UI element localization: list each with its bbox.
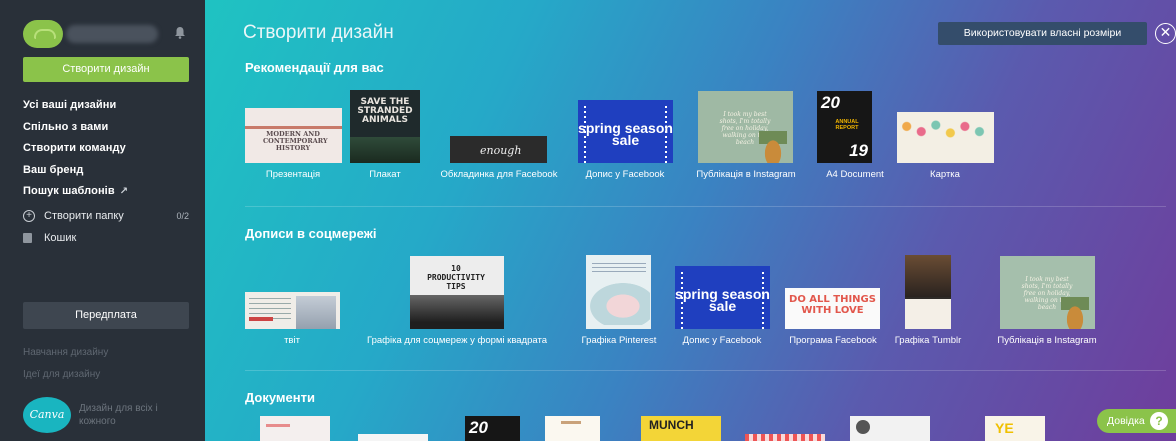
thumb-text: spring season sale	[675, 286, 770, 314]
sidebar-item-brand[interactable]: Ваш бренд	[23, 160, 128, 182]
thumb-text: YE	[995, 420, 1014, 436]
template-label[interactable]: Графіка для соцмереж у формі квадрата	[367, 335, 547, 346]
thumb-text: MUNCH	[649, 418, 694, 432]
sidebar-item-label: Усі ваші дизайни	[23, 99, 117, 111]
external-link-icon: ↗	[119, 186, 129, 197]
template-thumb-a4-document[interactable]: 20 ANNUAL REPORT 19	[817, 91, 872, 163]
template-thumb-facebook-cover[interactable]: enough	[450, 136, 547, 163]
template-thumb-instagram-post[interactable]: I took my best shots, I'm totally free o…	[1000, 256, 1095, 329]
plus-icon: +	[23, 210, 35, 222]
template-thumb-instagram-post[interactable]: I took my best shots, I'm totally free o…	[698, 91, 793, 163]
template-thumb-presentation[interactable]: MODERN AND CONTEMPORARY HISTORY	[245, 108, 342, 163]
help-button[interactable]: Довідка ?	[1097, 409, 1176, 433]
template-thumb-tweet[interactable]	[245, 292, 340, 329]
section-title-social: Дописи в соцмережі	[245, 226, 377, 241]
template-thumb-facebook-app[interactable]: DO ALL THINGS WITH LOVE	[785, 288, 880, 329]
sidebar-item-label: Пошук шаблонів	[23, 185, 115, 197]
template-label[interactable]: Плакат	[369, 169, 400, 180]
thumb-text: SAVE THE STRANDED ANIMALS	[357, 97, 413, 125]
design-school-link[interactable]: Навчання дизайну	[23, 347, 108, 358]
thumb-text: DO ALL THINGS WITH LOVE	[789, 294, 876, 316]
divider	[245, 206, 1166, 207]
section-title-recommended: Рекомендації для вас	[245, 60, 384, 75]
template-thumb-pinterest[interactable]	[586, 255, 651, 329]
thumb-text: enough	[480, 144, 522, 157]
sidebar-item-trash[interactable]: Кошик	[23, 232, 76, 244]
template-label[interactable]: Презентація	[266, 169, 320, 180]
question-icon: ?	[1150, 412, 1168, 430]
template-thumb-tumblr[interactable]	[905, 255, 951, 329]
thumb-number: 20	[821, 93, 840, 112]
design-ideas-link[interactable]: Ідеї для дизайну	[23, 369, 100, 380]
canva-logo[interactable]: Canva	[23, 397, 71, 433]
create-design-button[interactable]: Створити дизайн	[23, 57, 189, 82]
template-label[interactable]: Публікація в Instagram	[997, 335, 1096, 346]
thumb-text: 10 PRODUCTIVITY TIPS	[427, 264, 485, 291]
template-label[interactable]: Допис у Facebook	[683, 335, 762, 346]
template-thumb-poster[interactable]: SAVE THE STRANDED ANIMALS	[350, 90, 420, 163]
template-thumb-document[interactable]	[745, 434, 825, 441]
sidebar-item-label: Створити команду	[23, 142, 126, 154]
tagline: Дизайн для всіх і кожного	[79, 403, 158, 427]
divider	[245, 370, 1166, 371]
trash-label: Кошик	[44, 232, 77, 244]
thumb-text: spring season sale	[578, 120, 673, 148]
create-design-panel: Створити дизайн Використовувати власні р…	[205, 0, 1176, 441]
create-folder-label: Створити папку	[44, 210, 124, 222]
template-thumb-document[interactable]: 20	[465, 416, 520, 441]
trash-icon	[23, 233, 32, 243]
template-label[interactable]: Графіка Pinterest	[582, 335, 657, 346]
thumb-text: MODERN AND CONTEMPORARY HISTORY	[263, 130, 328, 152]
template-thumb-card[interactable]	[897, 112, 994, 163]
bell-icon[interactable]	[174, 26, 186, 39]
template-thumb-social-square[interactable]: 10 PRODUCTIVITY TIPS	[410, 256, 504, 329]
folder-count: 0/2	[176, 211, 189, 221]
template-label[interactable]: Обкладинка для Facebook	[441, 169, 558, 180]
create-folder-button[interactable]: + Створити папку 0/2	[23, 207, 189, 225]
sidebar: Створити дизайн Усі ваші дизайни Спільно…	[0, 0, 205, 441]
sidebar-item-shared[interactable]: Спільно з вами	[23, 117, 128, 139]
template-label[interactable]: Публікація в Instagram	[696, 169, 795, 180]
template-thumb-facebook-post[interactable]: spring season sale	[578, 100, 673, 163]
thumb-text: 20	[469, 418, 488, 437]
sidebar-item-label: Ваш бренд	[23, 163, 84, 176]
sidebar-nav: Усі ваші дизайни Спільно з вами Створити…	[23, 95, 128, 203]
template-label[interactable]: Графіка Tumblr	[895, 335, 962, 346]
template-thumb-document[interactable]	[545, 416, 600, 441]
thumb-text: ANNUAL REPORT	[835, 119, 859, 131]
template-label[interactable]: твіт	[284, 335, 300, 346]
close-icon[interactable]: ✕	[1155, 23, 1176, 44]
sidebar-item-find-templates[interactable]: Пошук шаблонів ↗	[23, 181, 128, 203]
subscription-button[interactable]: Передплата	[23, 302, 189, 329]
page-title: Створити дизайн	[243, 22, 394, 43]
template-label[interactable]: Допис у Facebook	[586, 169, 665, 180]
help-label: Довідка	[1107, 415, 1145, 427]
custom-size-button[interactable]: Використовувати власні розміри	[938, 22, 1147, 45]
template-thumb-document[interactable]: YE	[985, 416, 1045, 441]
user-name[interactable]	[66, 25, 158, 43]
sidebar-item-label: Спільно з вами	[23, 120, 109, 133]
template-thumb-document[interactable]	[850, 416, 930, 441]
sidebar-item-create-team[interactable]: Створити команду	[23, 138, 128, 160]
template-thumb-document[interactable]	[260, 416, 330, 441]
template-label[interactable]: A4 Document	[826, 169, 884, 180]
template-thumb-document[interactable]	[358, 434, 428, 441]
template-label[interactable]: Картка	[930, 169, 960, 180]
template-thumb-document[interactable]: MUNCH	[641, 416, 721, 441]
thumb-number: 19	[849, 141, 868, 160]
template-thumb-facebook-post[interactable]: spring season sale	[675, 266, 770, 329]
sidebar-item-all-designs[interactable]: Усі ваші дизайни	[23, 95, 128, 117]
section-title-documents: Документи	[245, 390, 315, 405]
avatar[interactable]	[23, 20, 63, 48]
template-label[interactable]: Програма Facebook	[789, 335, 877, 346]
